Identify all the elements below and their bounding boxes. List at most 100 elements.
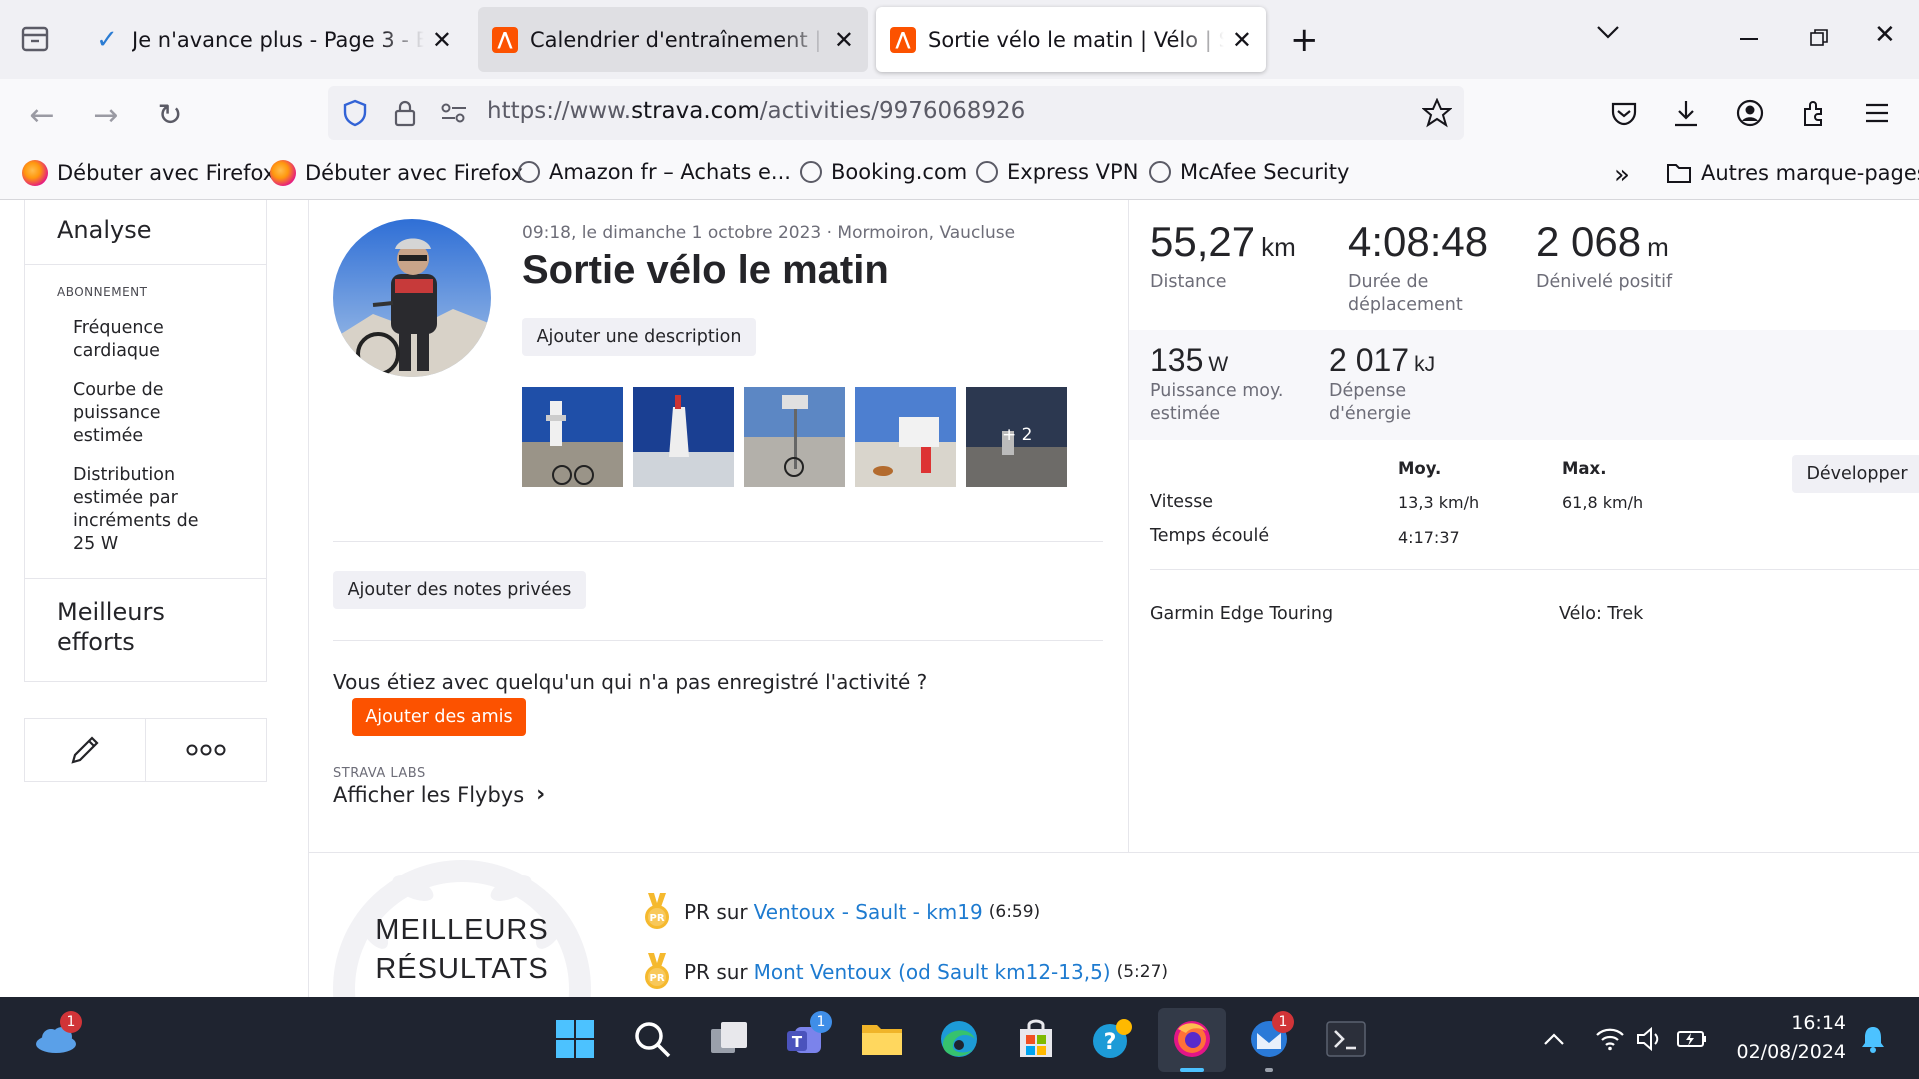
- bookmark-firefox-1[interactable]: Débuter avec Firefox: [22, 160, 275, 186]
- bookmark-label: Amazon fr – Achats e...: [549, 160, 791, 184]
- edge-browser-icon[interactable]: [937, 1017, 981, 1061]
- pr-time: (6:59): [988, 902, 1041, 922]
- search-icon[interactable]: [630, 1017, 674, 1061]
- clock-date[interactable]: 02/08/2024: [1720, 1041, 1846, 1063]
- power-value: 135: [1150, 342, 1204, 378]
- distance-unit: km: [1261, 232, 1296, 262]
- energy-label: Dépense d'énergie: [1329, 381, 1412, 424]
- close-tab-icon[interactable]: ✕: [834, 26, 854, 54]
- back-icon[interactable]: ←: [20, 93, 64, 137]
- avg-column-header: Moy.: [1398, 459, 1442, 478]
- restore-icon[interactable]: [1810, 29, 1828, 51]
- add-description-button[interactable]: Ajouter une description: [522, 318, 756, 356]
- moving-time-label: Durée de déplacement: [1348, 272, 1463, 315]
- extensions-icon[interactable]: [1800, 99, 1828, 131]
- divider: [1150, 569, 1919, 570]
- wifi-icon[interactable]: [1588, 1017, 1632, 1061]
- close-tab-icon[interactable]: ✕: [432, 26, 452, 54]
- account-icon[interactable]: [1736, 99, 1764, 131]
- url-text[interactable]: https://www.strava.com/activities/997606…: [487, 98, 1025, 124]
- photo-thumbnail[interactable]: [744, 387, 845, 487]
- terminal-icon[interactable]: [1324, 1017, 1368, 1061]
- task-view-icon[interactable]: [707, 1017, 751, 1061]
- star-bookmark-icon[interactable]: [1421, 97, 1453, 132]
- volume-icon[interactable]: [1628, 1017, 1672, 1061]
- bookmark-booking[interactable]: Booking.com: [800, 160, 967, 184]
- bookmark-label: McAfee Security: [1180, 160, 1350, 184]
- best-efforts-link[interactable]: Meilleurs efforts: [25, 579, 185, 681]
- new-tab-icon[interactable]: +: [1290, 20, 1319, 60]
- lock-icon[interactable]: [392, 99, 418, 131]
- other-bookmarks[interactable]: Autres marque-pages: [1666, 160, 1919, 186]
- divider: [308, 200, 309, 1000]
- microsoft-store-icon[interactable]: [1014, 1017, 1058, 1061]
- photo-thumbnail[interactable]: [633, 387, 734, 487]
- firefox-icon: [270, 160, 296, 186]
- segment-link[interactable]: Mont Ventoux (od Sault km12-13,5): [754, 960, 1111, 984]
- sidebar-item-heart-rate[interactable]: Fréquence cardiaque: [25, 307, 266, 373]
- sidebar-item-power-curve[interactable]: Courbe de puissance estimée: [25, 373, 266, 458]
- speed-label: Vitesse: [1150, 492, 1214, 512]
- checkmark-favicon-icon: ✓: [96, 24, 118, 55]
- url-domain: strava.com: [631, 98, 760, 124]
- energy-stat: 2 017 kJ: [1329, 342, 1435, 379]
- active-app-indicator: [1180, 1068, 1204, 1072]
- minimize-icon[interactable]: [1740, 38, 1758, 40]
- private-notes-button[interactable]: Ajouter des notes privées: [333, 571, 586, 609]
- avatar[interactable]: [333, 219, 491, 377]
- bookmark-mcafee[interactable]: McAfee Security: [1149, 160, 1349, 184]
- download-icon[interactable]: [1672, 98, 1700, 132]
- strava-labs-label: STRAVA LABS: [333, 766, 426, 781]
- divider: [333, 640, 1103, 641]
- pr-prefix: PR sur: [684, 960, 748, 984]
- firefox-icon[interactable]: [1170, 1017, 1214, 1061]
- close-window-icon[interactable]: ✕: [1874, 20, 1896, 50]
- bookmark-firefox-2[interactable]: Débuter avec Firefox: [270, 160, 523, 186]
- reload-icon[interactable]: ↻: [148, 93, 192, 137]
- forward-icon[interactable]: →: [84, 93, 128, 137]
- bookmark-expressvpn[interactable]: Express VPN: [976, 160, 1138, 184]
- battery-icon[interactable]: [1670, 1017, 1714, 1061]
- menu-icon[interactable]: [1864, 102, 1890, 128]
- moving-time-value: 4:08:48: [1348, 218, 1489, 265]
- globe-icon: [976, 161, 998, 183]
- tab-title: Je n'avance plus - Page 3 - Entraînement: [132, 27, 424, 52]
- expand-button[interactable]: Développer: [1792, 455, 1919, 493]
- shield-icon[interactable]: [342, 99, 368, 131]
- tab-list-icon[interactable]: [18, 22, 52, 56]
- tab-calendar[interactable]: ⋀ Calendrier d'entraînement | Chrono ✕: [478, 7, 868, 72]
- best-results-title-line2: RÉSULTATS: [375, 953, 549, 985]
- file-explorer-icon[interactable]: [860, 1017, 904, 1061]
- weather-badge: 1: [60, 1011, 82, 1033]
- chevron-up-icon[interactable]: [1532, 1017, 1576, 1061]
- help-tips-icon[interactable]: ?: [1090, 1017, 1134, 1061]
- edit-button[interactable]: [25, 719, 146, 781]
- pocket-icon[interactable]: [1610, 100, 1638, 130]
- permissions-icon[interactable]: [440, 101, 468, 129]
- add-friends-button[interactable]: Ajouter des amis: [352, 698, 526, 736]
- sidebar-item-power-distribution[interactable]: Distribution estimée par incréments de 2…: [25, 458, 266, 562]
- close-tab-icon[interactable]: ✕: [1232, 26, 1252, 54]
- more-bookmarks-icon[interactable]: »: [1614, 160, 1630, 190]
- flybys-link[interactable]: Afficher les Flybys ›: [333, 782, 545, 807]
- bookmark-label: Booking.com: [831, 160, 968, 184]
- photo-thumbnail[interactable]: [855, 387, 956, 487]
- bookmark-amazon[interactable]: Amazon fr – Achats e...: [518, 160, 791, 184]
- svg-text:PR: PR: [649, 973, 664, 984]
- bookmark-label: Express VPN: [1007, 160, 1139, 184]
- folder-icon: [1666, 160, 1692, 186]
- other-bookmarks-label: Autres marque-pages: [1701, 161, 1919, 185]
- notification-bell-icon[interactable]: [1851, 1017, 1895, 1061]
- photo-more[interactable]: + 2: [966, 387, 1067, 487]
- photo-thumbnail[interactable]: [522, 387, 623, 487]
- analyse-link[interactable]: Analyse: [25, 200, 266, 264]
- segment-link[interactable]: Ventoux - Sault - km19: [754, 900, 983, 924]
- tab-activity[interactable]: ⋀ Sortie vélo le matin | Vélo | Strava ✕: [876, 7, 1266, 72]
- elapsed-label: Temps écoulé: [1150, 526, 1270, 546]
- tab-forum[interactable]: ✓ Je n'avance plus - Page 3 - Entraîneme…: [80, 7, 466, 72]
- windows-start-icon[interactable]: [553, 1017, 597, 1061]
- activity-meta: 09:18, le dimanche 1 octobre 2023 · Morm…: [522, 223, 1016, 243]
- more-actions-button[interactable]: [146, 719, 266, 781]
- analyse-section: Analyse: [24, 200, 267, 265]
- chevron-down-icon[interactable]: [1596, 24, 1620, 44]
